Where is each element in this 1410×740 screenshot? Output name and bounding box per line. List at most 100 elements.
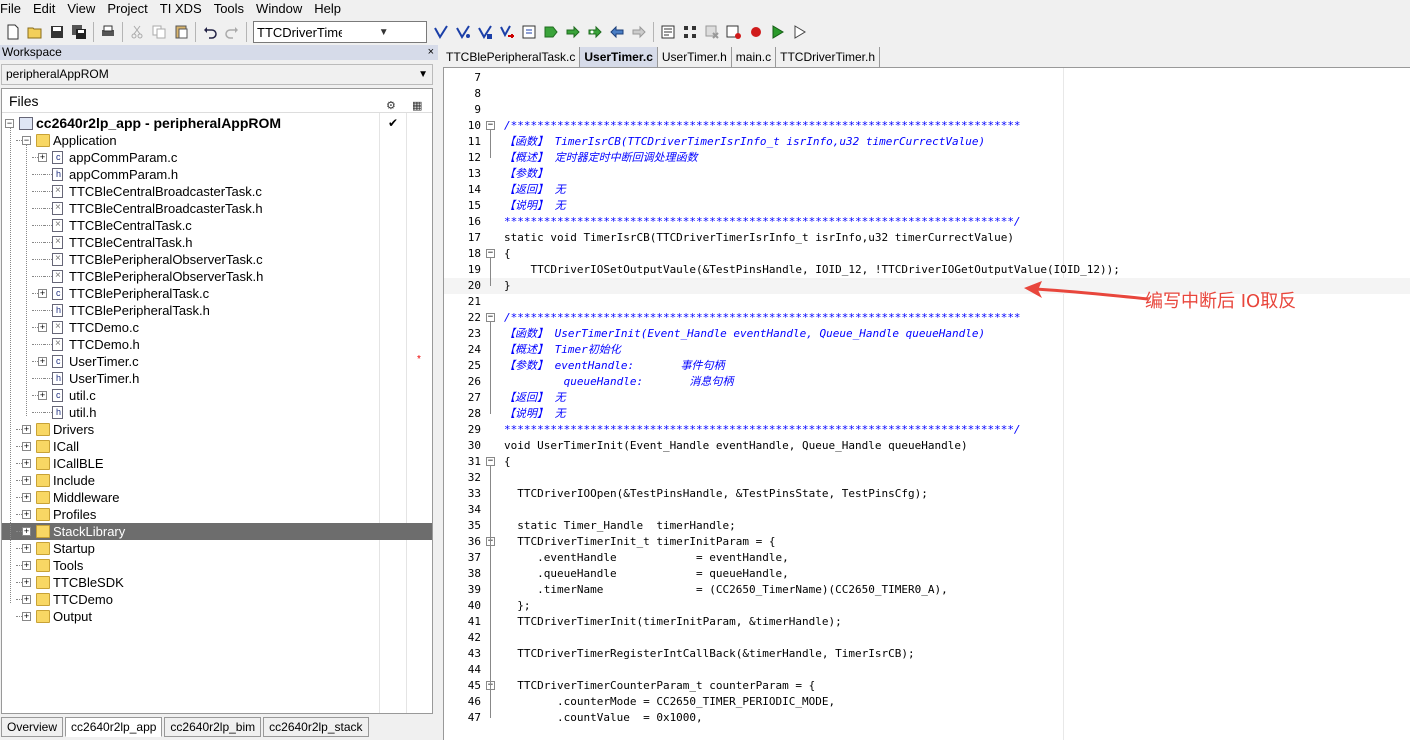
expand-icon[interactable]: + (22, 459, 31, 468)
code-line[interactable]: 7 (444, 70, 1410, 86)
tab-main-c[interactable]: main.c (731, 47, 777, 67)
menu-project[interactable]: Project (101, 0, 153, 17)
tree-folder[interactable]: + Startup (2, 540, 432, 557)
tab-cc2640r2lp-stack[interactable]: cc2640r2lp_stack (263, 717, 369, 737)
tree-file[interactable]: TTCBleCentralTask.c (2, 217, 432, 234)
code-line[interactable]: 44 (444, 662, 1410, 678)
project-root[interactable]: − cc2640r2lp_app - peripheralAppROM ✔ (2, 115, 432, 132)
paste-icon[interactable] (170, 21, 192, 43)
tree-file[interactable]: TTCBleCentralBroadcasterTask.c (2, 183, 432, 200)
chevron-down-icon[interactable]: ▼ (418, 65, 428, 84)
code-line[interactable]: 29 **************************************… (444, 422, 1410, 438)
save-all-icon[interactable] (68, 21, 90, 43)
cut-icon[interactable] (126, 21, 148, 43)
code-line[interactable]: 24 【概述】 Timer初始化 (444, 342, 1410, 358)
expand-icon[interactable]: + (38, 153, 47, 162)
new-file-icon[interactable] (2, 21, 24, 43)
make-icon[interactable] (679, 21, 701, 43)
tree-file[interactable]: TTCBlePeripheralObserverTask.h (2, 268, 432, 285)
code-line[interactable]: 25 【参数】 eventHandle: 事件句柄 (444, 358, 1410, 374)
tree-folder[interactable]: + Tools (2, 557, 432, 574)
expand-icon[interactable]: + (38, 323, 47, 332)
compile-icon[interactable] (657, 21, 679, 43)
code-line[interactable]: 30 void UserTimerInit(Event_Handle eventH… (444, 438, 1410, 454)
tree-file[interactable]: + appCommParam.c (2, 149, 432, 166)
tree-folder[interactable]: − Application (2, 132, 432, 149)
tab-ttcbleperipheraltask-c[interactable]: TTCBlePeripheralTask.c (442, 47, 581, 67)
bookmark-prev-icon[interactable] (584, 21, 606, 43)
tree-folder[interactable]: + TTCBleSDK (2, 574, 432, 591)
bookmark-toggle-icon[interactable] (540, 21, 562, 43)
tree-folder[interactable]: + Include (2, 472, 432, 489)
code-line[interactable]: 47 .countValue = 0x1000, (444, 710, 1410, 726)
print-icon[interactable] (97, 21, 119, 43)
tree-folder[interactable]: + ICall (2, 438, 432, 455)
code-line[interactable]: 40 }; (444, 598, 1410, 614)
tree-folder[interactable]: + Profiles (2, 506, 432, 523)
tree-folder[interactable]: + Output (2, 608, 432, 625)
tree-file[interactable]: appCommParam.h (2, 166, 432, 183)
workspace-config-select[interactable]: peripheralAppROM ▼ (1, 64, 433, 85)
expand-icon[interactable]: + (22, 561, 31, 570)
tree-folder[interactable]: + StackLibrary (2, 523, 432, 540)
tree-file[interactable]: util.h (2, 404, 432, 421)
code-line[interactable]: 33 TTCDriverIOOpen(&TestPinsHandle, &Tes… (444, 486, 1410, 502)
tree-file[interactable]: UserTimer.h (2, 370, 432, 387)
tree-file[interactable]: TTCBlePeripheralObserverTask.c (2, 251, 432, 268)
code-line[interactable]: 23 【函数】 UserTimerInit(Event_Handle eventH… (444, 326, 1410, 342)
bookmark-next-icon[interactable] (562, 21, 584, 43)
goto-icon[interactable] (518, 21, 540, 43)
code-line[interactable]: 10−/************************************… (444, 118, 1410, 134)
expand-icon[interactable]: + (22, 442, 31, 451)
code-line[interactable]: 42 (444, 630, 1410, 646)
code-line[interactable]: 31−{ (444, 454, 1410, 470)
code-line[interactable]: 45− TTCDriverTimerCounterParam_t counter… (444, 678, 1410, 694)
menu-help[interactable]: Help (308, 0, 347, 17)
tab-cc2640r2lp-app[interactable]: cc2640r2lp_app (65, 717, 163, 737)
debug-without-download-icon[interactable] (789, 21, 811, 43)
undo-icon[interactable] (199, 21, 221, 43)
expand-icon[interactable]: + (22, 425, 31, 434)
tree-file[interactable]: TTCBlePeripheralTask.h (2, 302, 432, 319)
tree-file[interactable]: TTCBleCentralBroadcasterTask.h (2, 200, 432, 217)
chevron-down-icon[interactable]: ▼ (342, 27, 427, 38)
code-line[interactable]: 46 .counterMode = CC2650_TIMER_PERIODIC_… (444, 694, 1410, 710)
code-line[interactable]: 28 【说明】 无 (444, 406, 1410, 422)
tree-file[interactable]: + TTCDemo.c (2, 319, 432, 336)
fold-toggle-icon[interactable]: − (486, 121, 495, 130)
close-icon[interactable]: × (428, 45, 434, 60)
navigate-forward-icon[interactable] (628, 21, 650, 43)
expand-icon[interactable]: + (38, 391, 47, 400)
tab-usertimer-h[interactable]: UserTimer.h (657, 47, 732, 67)
code-line[interactable]: 27 【返回】 无 (444, 390, 1410, 406)
expand-icon[interactable]: + (22, 612, 31, 621)
fold-toggle-icon[interactable]: − (486, 313, 495, 322)
menu-window[interactable]: Window (250, 0, 308, 17)
code-line[interactable]: 11 【函数】 TimerIsrCB(TTCDriverTimerIsrInfo_… (444, 134, 1410, 150)
code-line[interactable]: 8 (444, 86, 1410, 102)
code-line[interactable]: 13 【参数】 (444, 166, 1410, 182)
code-line[interactable]: 16 **************************************… (444, 214, 1410, 230)
tab-ttcdrivertimer-h[interactable]: TTCDriverTimer.h (776, 47, 881, 67)
tree-folder[interactable]: + Drivers (2, 421, 432, 438)
menu-edit[interactable]: Edit (27, 0, 61, 17)
expand-icon[interactable]: + (22, 527, 31, 536)
tree-file[interactable]: + TTCBlePeripheralTask.c (2, 285, 432, 302)
code-line[interactable]: 41 TTCDriverTimerInit(timerInitParam, &t… (444, 614, 1410, 630)
stop-build-icon[interactable] (701, 21, 723, 43)
find-combo[interactable]: TTCDriverTimerCounterPa▼ (253, 21, 427, 43)
menu-view[interactable]: View (61, 0, 101, 17)
find-in-files-icon[interactable] (474, 21, 496, 43)
replace-icon[interactable] (496, 21, 518, 43)
copy-icon[interactable] (148, 21, 170, 43)
code-editor[interactable]: 7 8 9 10−/*********************************… (443, 67, 1410, 740)
code-line[interactable]: 17 static void TimerIsrCB(TTCDriverTimerI… (444, 230, 1410, 246)
tree-file[interactable]: TTCDemo.h (2, 336, 432, 353)
tree-folder[interactable]: + TTCDemo (2, 591, 432, 608)
code-line[interactable]: 12 【概述】 定时器定时中断回调处理函数 (444, 150, 1410, 166)
menu-ti-xds[interactable]: TI XDS (154, 0, 208, 17)
save-icon[interactable] (46, 21, 68, 43)
code-line[interactable]: 39 .timerName = (CC2650_TimerName)(CC265… (444, 582, 1410, 598)
fold-toggle-icon[interactable]: − (486, 457, 495, 466)
tree-folder[interactable]: + ICallBLE (2, 455, 432, 472)
